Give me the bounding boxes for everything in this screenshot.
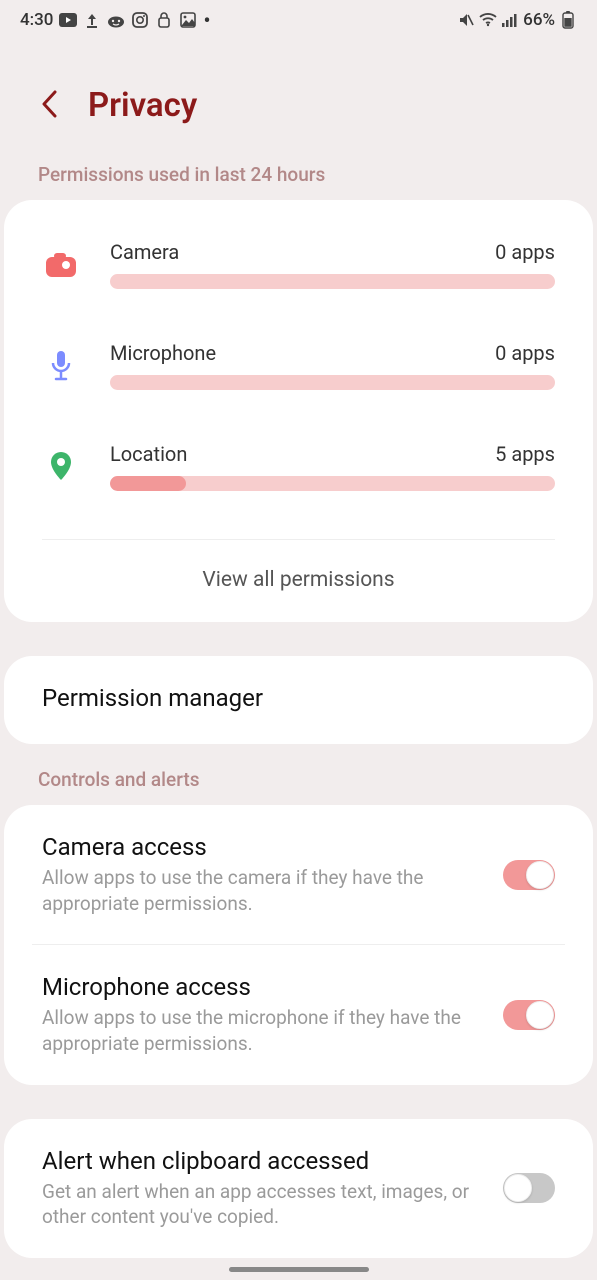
- permissions-card: Camera 0 apps Microphone 0 apps Location…: [4, 200, 593, 622]
- camera-access-item[interactable]: Camera access Allow apps to use the came…: [4, 805, 593, 944]
- mute-icon: [457, 11, 475, 29]
- status-time: 4:30: [20, 10, 53, 30]
- setting-subtitle: Allow apps to use the microphone if they…: [42, 1005, 483, 1056]
- lock-icon: [155, 11, 173, 29]
- permission-row-location[interactable]: Location 5 apps: [4, 410, 593, 511]
- permission-name: Camera: [110, 240, 179, 264]
- wifi-icon: [479, 11, 497, 29]
- reddit-icon: [107, 11, 125, 29]
- home-indicator[interactable]: [229, 1267, 369, 1272]
- permission-count: 0 apps: [495, 341, 555, 365]
- permission-bar: [110, 476, 555, 491]
- more-dot-icon: •: [203, 8, 210, 32]
- clipboard-alert-item[interactable]: Alert when clipboard accessed Get an ale…: [4, 1119, 593, 1258]
- battery-icon: [559, 11, 577, 29]
- view-all-permissions[interactable]: View all permissions: [4, 540, 593, 622]
- permission-count: 5 apps: [495, 442, 555, 466]
- instagram-icon: [131, 11, 149, 29]
- permission-row-camera[interactable]: Camera 0 apps: [4, 200, 593, 309]
- setting-title: Microphone access: [42, 973, 483, 1001]
- status-left: 4:30 •: [20, 8, 210, 32]
- microphone-icon: [42, 351, 80, 381]
- controls-card: Camera access Allow apps to use the came…: [4, 805, 593, 1085]
- permission-content: Camera 0 apps: [110, 240, 555, 289]
- upload-icon: [83, 11, 101, 29]
- status-right: 66%: [457, 10, 577, 30]
- setting-subtitle: Get an alert when an app accesses text, …: [42, 1179, 483, 1230]
- permission-name: Microphone: [110, 341, 216, 365]
- youtube-icon: [59, 11, 77, 29]
- microphone-access-toggle[interactable]: [503, 1000, 555, 1030]
- permission-count: 0 apps: [495, 240, 555, 264]
- permission-content: Microphone 0 apps: [110, 341, 555, 390]
- clipboard-alert-toggle[interactable]: [503, 1173, 555, 1203]
- permission-manager-card[interactable]: Permission manager: [4, 656, 593, 744]
- section-label-controls: Controls and alerts: [0, 768, 597, 805]
- camera-icon: [42, 253, 80, 277]
- camera-access-toggle[interactable]: [503, 860, 555, 890]
- permission-bar: [110, 375, 555, 390]
- setting-title: Alert when clipboard accessed: [42, 1147, 483, 1175]
- page-title: Privacy: [88, 86, 197, 125]
- battery-percent: 66%: [523, 10, 555, 30]
- header: Privacy: [0, 36, 597, 163]
- permission-row-microphone[interactable]: Microphone 0 apps: [4, 309, 593, 410]
- permission-content: Location 5 apps: [110, 442, 555, 491]
- signal-icon: [501, 11, 519, 29]
- permission-manager-title: Permission manager: [42, 684, 535, 712]
- permission-name: Location: [110, 442, 187, 466]
- section-label-permissions: Permissions used in last 24 hours: [0, 163, 597, 200]
- setting-subtitle: Allow apps to use the camera if they hav…: [42, 865, 483, 916]
- location-icon: [42, 452, 80, 482]
- permission-bar: [110, 274, 555, 289]
- setting-title: Camera access: [42, 833, 483, 861]
- clipboard-card: Alert when clipboard accessed Get an ale…: [4, 1119, 593, 1258]
- status-bar: 4:30 • 66%: [0, 0, 597, 36]
- back-icon[interactable]: [40, 90, 60, 122]
- gallery-icon: [179, 11, 197, 29]
- microphone-access-item[interactable]: Microphone access Allow apps to use the …: [4, 945, 593, 1084]
